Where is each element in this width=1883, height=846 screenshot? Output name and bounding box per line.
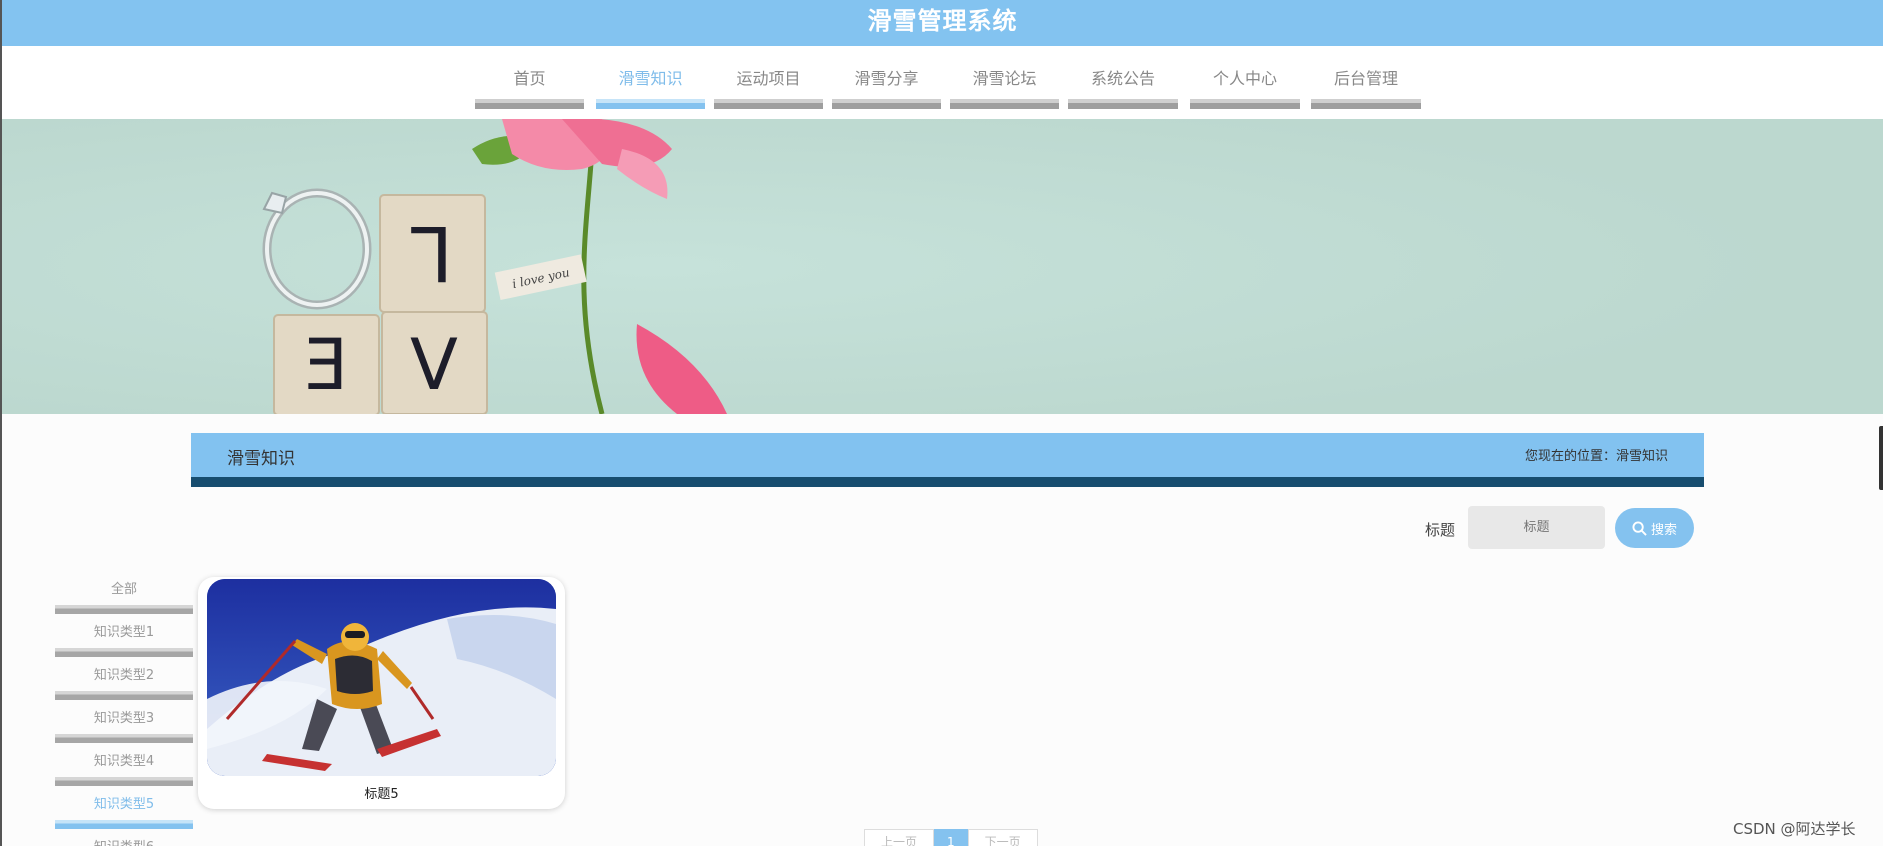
app-title: 滑雪管理系统 [867,7,1018,35]
nav-underline [832,99,941,109]
knowledge-card[interactable]: 标题5 [198,577,565,809]
nav-item-label: 运动项目 [736,69,801,88]
category-item[interactable]: 知识类型5 [55,790,193,833]
banner-image: L E V i love you [2,119,1883,414]
nav-item-admin[interactable]: 后台管理 [1311,46,1421,109]
nav-item-label: 系统公告 [1090,69,1155,88]
nav-item-sports[interactable]: 运动项目 [714,46,823,109]
category-label: 知识类型6 [55,833,193,846]
nav-item-home[interactable]: 首页 [475,46,584,109]
nav-item-label: 滑雪知识 [618,69,683,88]
nav-item-forum[interactable]: 滑雪论坛 [950,46,1059,109]
main-nav: 首页 滑雪知识 运动项目 滑雪分享 滑雪论坛 系统公告 个人中心 后台管理 [2,46,1883,119]
nav-item-label: 首页 [513,69,546,88]
card-title: 标题5 [364,787,399,802]
nav-item-announcements[interactable]: 系统公告 [1068,46,1178,109]
category-item[interactable]: 全部 [55,575,193,618]
nav-underline [1190,99,1300,109]
nav-underline [475,99,584,109]
next-page-button[interactable]: 下一页 [967,829,1038,846]
breadcrumb: 您现在的位置：滑雪知识 [1525,445,1668,464]
nav-underline [1311,99,1421,109]
category-item[interactable]: 知识类型3 [55,704,193,747]
skier-image [207,579,556,776]
nav-underline [596,99,705,109]
category-underline [55,648,193,657]
nav-underline [714,99,823,109]
search-button-label: 搜索 [1650,522,1677,538]
category-underline [55,734,193,743]
nav-item-label: 后台管理 [1333,69,1398,88]
category-label: 全部 [110,582,137,597]
nav-item-label: 个人中心 [1212,69,1277,88]
nav-underline [950,99,1059,109]
category-item[interactable]: 知识类型6 [55,833,193,846]
category-label: 知识类型1 [93,625,155,640]
category-underline [55,777,193,786]
search-icon [1632,520,1647,536]
nav-item-ski-share[interactable]: 滑雪分享 [832,46,941,109]
category-label: 知识类型4 [93,754,155,769]
banner: L E V i love you [2,119,1883,414]
page: 滑雪管理系统 首页 滑雪知识 运动项目 滑雪分享 滑雪论坛 系统公告 个人中心 … [0,0,1883,846]
nav-underline [1068,99,1178,109]
category-underline [55,691,193,700]
category-item[interactable]: 知识类型1 [55,618,193,661]
breadcrumb-current[interactable]: 滑雪知识 [1616,449,1668,464]
section-header: 滑雪知识 您现在的位置：滑雪知识 [191,433,1704,487]
category-label: 知识类型2 [93,668,155,683]
category-item[interactable]: 知识类型2 [55,661,193,704]
category-underline [55,820,193,829]
pagination: 上一页 1 下一页 [864,829,1038,846]
app-header: 滑雪管理系统 [2,0,1883,46]
category-item[interactable]: 知识类型4 [55,747,193,790]
category-label: 知识类型3 [93,711,155,726]
card-image [207,579,556,776]
nav-item-ski-knowledge[interactable]: 滑雪知识 [596,46,705,109]
search-input[interactable] [1468,506,1605,549]
nav-item-label: 滑雪论坛 [972,69,1037,88]
nav-item-personal-center[interactable]: 个人中心 [1190,46,1300,109]
category-underline [55,605,193,614]
watermark: CSDN @阿达学长 [1733,820,1856,838]
prev-page-button[interactable]: 上一页 [864,829,935,846]
section-title: 滑雪知识 [227,449,295,469]
breadcrumb-prefix: 您现在的位置： [1524,449,1616,464]
category-label: 知识类型5 [93,797,155,812]
nav-item-label: 滑雪分享 [854,69,919,88]
search-button[interactable]: 搜索 [1615,508,1694,548]
tile-letter: V [410,324,458,406]
search-label: 标题 [1425,521,1456,539]
scrollbar[interactable] [1879,426,1883,490]
tile-letter: E [304,324,348,406]
tile-letter: L [411,209,453,298]
page-number[interactable]: 1 [934,829,968,846]
